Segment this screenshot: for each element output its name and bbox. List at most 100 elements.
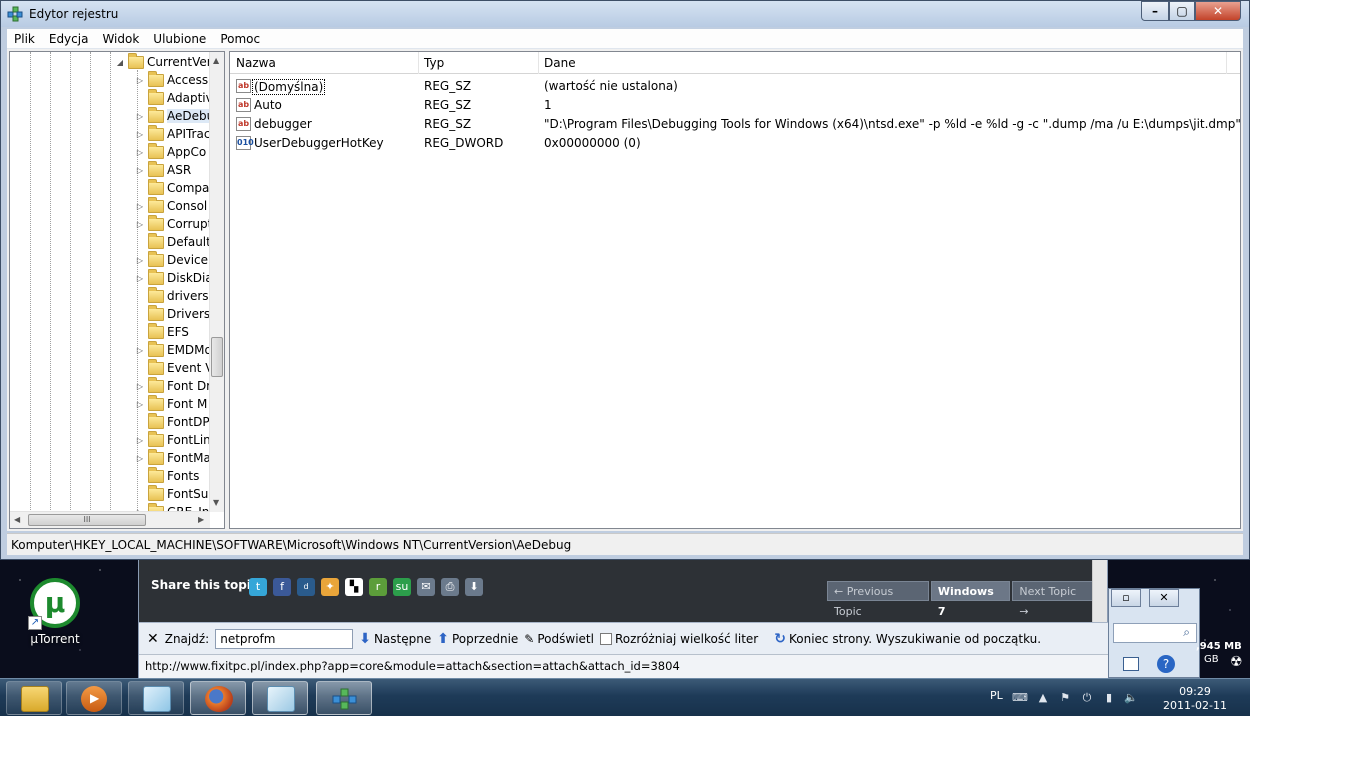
column-type[interactable]: Typ [424, 56, 444, 70]
twitter-icon[interactable]: t [249, 578, 267, 596]
search-box[interactable]: ⌕ [1113, 623, 1197, 643]
scroll-left-arrow-icon[interactable]: ◀ [14, 515, 20, 524]
minimize-button[interactable]: – [1141, 1, 1169, 21]
expand-arrow-icon[interactable]: ▷ [134, 202, 146, 211]
value-row[interactable]: ab (Domyślna) REG_SZ (wartość nie ustalona) [230, 77, 1240, 96]
tree-item[interactable]: FontSu [134, 484, 208, 503]
close-button[interactable]: ✕ [1195, 1, 1241, 21]
tree-item[interactable]: ▷ Font Dr [134, 376, 210, 395]
menu-plik[interactable]: Plik [7, 32, 42, 46]
column-separator[interactable] [1226, 52, 1227, 74]
tree-item[interactable]: ▷ DiskDia [134, 268, 210, 287]
hscrollbar-thumb[interactable]: III [28, 514, 146, 526]
menu-pomoc[interactable]: Pomoc [213, 32, 267, 46]
previous-topic-button[interactable]: ← Previous Topic [827, 581, 929, 618]
tree-item[interactable]: ▷ AppCo [134, 142, 206, 161]
keyboard-icon[interactable]: ⌨ [1012, 691, 1028, 705]
scroll-right-arrow-icon[interactable]: ▶ [198, 515, 204, 524]
tree-item[interactable]: ▷ Font M [134, 394, 207, 413]
values-list[interactable]: Nazwa Typ Dane ab (Domyślna) REG_SZ (wartoś… [229, 51, 1241, 529]
utorrent-shortcut[interactable]: ↗ µTorrent [24, 578, 86, 646]
restore-icon[interactable]: ▫ [1111, 589, 1141, 607]
tree-item[interactable]: Drivers3 [134, 304, 210, 323]
tree-vertical-scrollbar[interactable]: ▲ ▼ [209, 52, 224, 512]
power-icon[interactable]: ⏻ [1080, 691, 1094, 705]
expand-arrow-icon[interactable]: ▷ [134, 256, 146, 265]
scroll-up-arrow-icon[interactable]: ▲ [213, 56, 219, 65]
expand-arrow-icon[interactable]: ▷ [134, 148, 146, 157]
tree-item[interactable]: Event V [134, 358, 210, 377]
menu-ulubione[interactable]: Ulubione [146, 32, 213, 46]
expand-arrow-icon[interactable]: ▷ [134, 112, 146, 121]
current-forum-button[interactable]: Windows 7 [930, 581, 1011, 618]
tree-item[interactable]: ▷ FontMa [134, 448, 210, 467]
expand-arrow-icon[interactable]: ▷ [134, 274, 146, 283]
close-findbar-icon[interactable]: ✕ [147, 631, 159, 647]
highlight-button[interactable]: ✎ Podświetl [524, 632, 594, 646]
close-icon[interactable]: ✕ [1149, 589, 1179, 607]
expand-arrow-icon[interactable]: ▷ [134, 130, 146, 139]
tree-item[interactable]: EFS [134, 322, 189, 341]
email-icon[interactable]: ✉ [417, 578, 435, 596]
tree-item[interactable]: ▷ EMDMo [134, 340, 210, 359]
tree-item[interactable]: Adaptiv [134, 88, 210, 107]
action-center-flag-icon[interactable]: ⚑ [1058, 691, 1072, 705]
clock[interactable]: 09:29 2011-02-11 [1160, 685, 1230, 713]
stumbleupon-icon[interactable]: su [393, 578, 411, 596]
expand-arrow-icon[interactable]: ▷ [134, 436, 146, 445]
value-row[interactable]: ab debugger REG_SZ "D:\Program Files\Debugg… [230, 115, 1240, 134]
tree-item[interactable]: ▷ AeDebu [134, 106, 210, 125]
find-input[interactable] [215, 628, 354, 649]
registry-tree[interactable]: ◢ CurrentVer ▷ Accessi Adaptiv ▷ AeDebu ▷ APIT… [9, 51, 225, 529]
expand-arrow-icon[interactable]: ▷ [134, 220, 146, 229]
scroll-down-arrow-icon[interactable]: ▼ [213, 498, 219, 507]
column-data[interactable]: Dane [544, 56, 576, 70]
taskbar-notes[interactable] [128, 681, 184, 715]
panel-icon[interactable] [1123, 657, 1139, 671]
facebook-icon[interactable]: f [273, 578, 291, 596]
find-previous-button[interactable]: ⬆ Poprzednie [437, 631, 518, 647]
show-hidden-icons[interactable]: ▲ [1036, 691, 1050, 705]
taskbar-media-player[interactable]: ▶ [66, 681, 122, 715]
delicious-squares-icon[interactable]: ▚ [345, 578, 363, 596]
tree-item[interactable]: ▷ Device [134, 250, 208, 269]
find-next-button[interactable]: ⬇ Następne [359, 631, 431, 647]
expand-arrow-icon[interactable]: ▷ [134, 166, 146, 175]
column-name[interactable]: Nazwa [236, 56, 276, 70]
value-row[interactable]: ab Auto REG_SZ 1 [230, 96, 1240, 115]
next-topic-button[interactable]: Next Topic → [1012, 581, 1094, 618]
tree-item[interactable]: Fonts [134, 466, 199, 485]
tree-item[interactable]: Compa [134, 178, 209, 197]
tree-horizontal-scrollbar[interactable]: ◀ III ▶ [10, 511, 210, 528]
reddit-icon[interactable]: r [369, 578, 387, 596]
delicious-icon[interactable]: ✦ [321, 578, 339, 596]
tree-item[interactable]: ▷ ASR [134, 160, 191, 179]
volume-icon[interactable]: 🔈 [1124, 691, 1138, 705]
taskbar-explorer[interactable] [6, 681, 62, 715]
download-icon[interactable]: ⬇ [465, 578, 483, 596]
match-case-checkbox[interactable]: Rozróżniaj wielkość liter [599, 632, 758, 646]
network-icon[interactable]: ▮ [1102, 691, 1116, 705]
tree-item[interactable]: ▷ FontLin [134, 430, 210, 449]
column-separator[interactable] [418, 52, 419, 74]
tree-item-currentversion[interactable]: ◢ CurrentVer [114, 52, 210, 71]
help-icon[interactable]: ? [1157, 655, 1175, 673]
tree-item[interactable]: drivers. [134, 286, 210, 305]
tree-item[interactable]: ▷ Accessi [134, 70, 210, 89]
tree-item[interactable]: FontDP [134, 412, 210, 431]
taskbar-firefox[interactable] [190, 681, 246, 715]
expand-arrow-icon[interactable]: ▷ [134, 76, 146, 85]
tree-item[interactable]: Default [134, 232, 210, 251]
scrollbar-thumb[interactable] [211, 337, 223, 377]
taskbar-notepad[interactable] [252, 681, 308, 715]
menu-widok[interactable]: Widok [95, 32, 146, 46]
expand-arrow-icon[interactable]: ▷ [134, 346, 146, 355]
tree-item[interactable]: ▷ Consol [134, 196, 207, 215]
language-indicator[interactable]: PL [990, 689, 1003, 702]
value-row[interactable]: 010 UserDebuggerHotKey REG_DWORD 0x00000000… [230, 134, 1240, 153]
title-bar[interactable]: Edytor rejestru – ▢ ✕ [1, 1, 1249, 27]
print-icon[interactable]: ⎙ [441, 578, 459, 596]
menu-edycja[interactable]: Edycja [42, 32, 96, 46]
expand-arrow-icon[interactable]: ▷ [134, 400, 146, 409]
maximize-button[interactable]: ▢ [1169, 1, 1195, 21]
